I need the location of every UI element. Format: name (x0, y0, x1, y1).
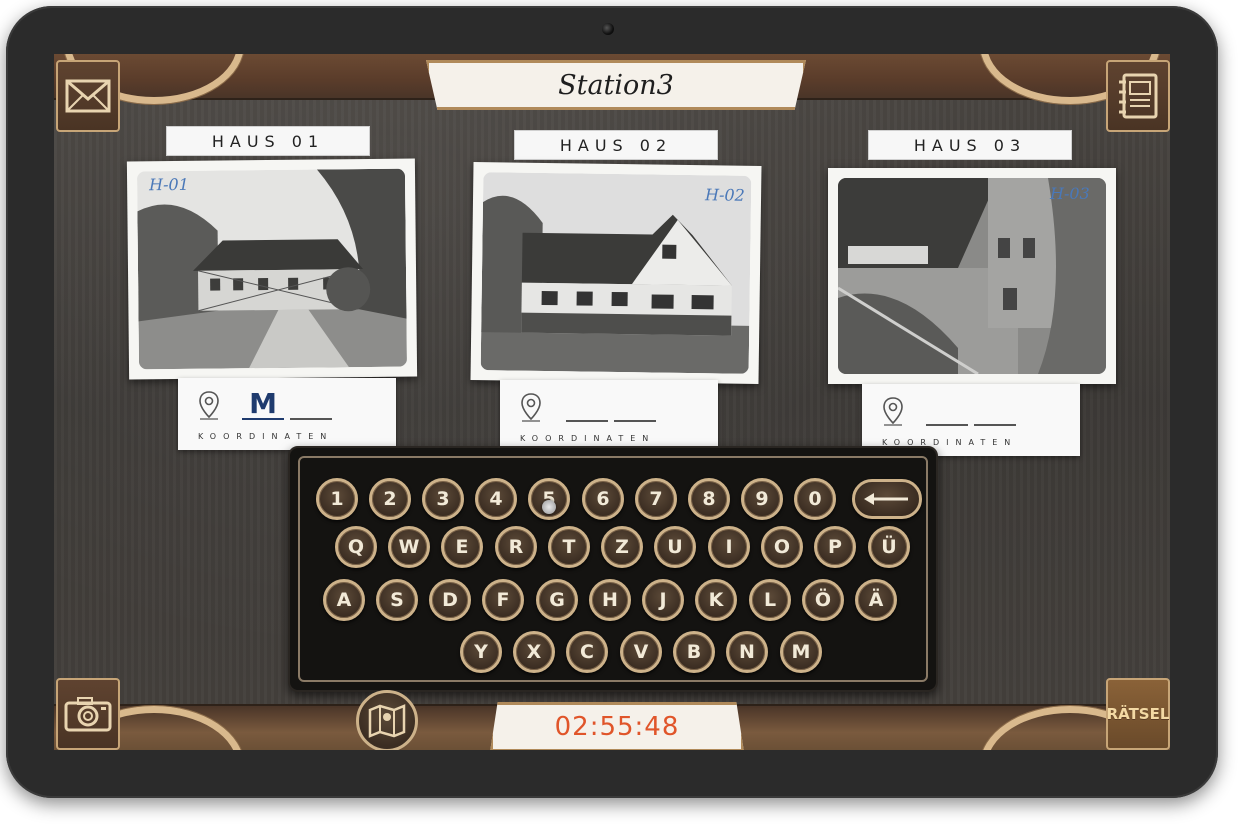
key-j[interactable]: J (642, 579, 684, 621)
key-ae[interactable]: Ä (855, 579, 897, 621)
haus-03-label: HAUS 03 (868, 130, 1072, 160)
key-h[interactable]: H (589, 579, 631, 621)
key-w[interactable]: W (388, 526, 430, 568)
page-title: Station3 (558, 69, 674, 101)
key-0[interactable]: 0 (794, 478, 836, 520)
camera-icon (64, 697, 112, 732)
map-button[interactable] (356, 690, 418, 750)
notebook-icon (1119, 73, 1158, 119)
raetsel-label: RÄTSEL (1106, 705, 1170, 723)
haus-01-label: HAUS 01 (166, 126, 370, 156)
haus-01-photo-tag: H-01 (149, 174, 189, 195)
haus-01-coordinate-label: KOORDINATEN (198, 432, 334, 441)
key-p[interactable]: P (814, 526, 856, 568)
tablet-frame: Station3 RÄTSEL HAUS 01 H-01 M KOORDINAT… (6, 6, 1218, 798)
key-q[interactable]: Q (335, 526, 377, 568)
key-3[interactable]: 3 (422, 478, 464, 520)
key-b[interactable]: B (673, 631, 715, 673)
notebook-button[interactable] (1106, 60, 1170, 132)
haus-02-coordinate-label: KOORDINATEN (520, 434, 656, 443)
haus-01-photo-image (136, 168, 408, 370)
key-o[interactable]: O (761, 526, 803, 568)
key-f[interactable]: F (482, 579, 524, 621)
haus-02-coordinate-slot-1[interactable] (566, 392, 608, 422)
key-s[interactable]: S (376, 579, 418, 621)
key-z[interactable]: Z (601, 526, 643, 568)
key-i[interactable]: I (708, 526, 750, 568)
key-4[interactable]: 4 (475, 478, 517, 520)
haus-01-photo[interactable]: H-01 (126, 158, 418, 380)
haus-03-coordinate-slot-1[interactable] (926, 396, 968, 426)
map-icon (368, 704, 406, 738)
key-8[interactable]: 8 (688, 478, 730, 520)
backspace-key[interactable] (852, 479, 922, 519)
key-9[interactable]: 9 (741, 478, 783, 520)
key-y[interactable]: Y (460, 631, 502, 673)
arrow-left-icon (864, 493, 908, 505)
key-6[interactable]: 6 (582, 478, 624, 520)
haus-01-coordinate-card: M KOORDINATEN (178, 378, 396, 450)
key-r[interactable]: R (495, 526, 537, 568)
location-pin-icon (199, 391, 219, 420)
haus-01-coordinate-slot-1[interactable]: M (242, 390, 284, 420)
haus-03-coordinate-slot-2[interactable] (974, 396, 1016, 426)
key-1[interactable]: 1 (316, 478, 358, 520)
haus-02-photo-tag: H-02 (704, 185, 745, 205)
key-l[interactable]: L (749, 579, 791, 621)
timer-value: 02:55:48 (554, 712, 680, 742)
haus-02-coordinate-slot-2[interactable] (614, 392, 656, 422)
key-n[interactable]: N (726, 631, 768, 673)
haus-03-photo-image (838, 178, 1106, 374)
location-pin-icon (521, 393, 541, 422)
camera-button[interactable] (56, 678, 120, 750)
key-u[interactable]: U (654, 526, 696, 568)
key-a[interactable]: A (323, 579, 365, 621)
haus-02-label: HAUS 02 (514, 130, 718, 160)
key-x[interactable]: X (513, 631, 555, 673)
key-m[interactable]: M (780, 631, 822, 673)
key-v[interactable]: V (620, 631, 662, 673)
haus-02-coordinate-card: KOORDINATEN (500, 380, 718, 452)
countdown-timer: 02:55:48 (490, 702, 744, 750)
key-7[interactable]: 7 (635, 478, 677, 520)
game-screen: Station3 RÄTSEL HAUS 01 H-01 M KOORDINAT… (54, 54, 1170, 750)
haus-03-photo-tag: H-03 (1050, 184, 1090, 203)
haus-03-photo[interactable]: H-03 (828, 168, 1116, 384)
envelope-icon (65, 79, 111, 113)
key-d[interactable]: D (429, 579, 471, 621)
key-oe[interactable]: Ö (802, 579, 844, 621)
key-2[interactable]: 2 (369, 478, 411, 520)
raetsel-button[interactable]: RÄTSEL (1106, 678, 1170, 750)
key-t[interactable]: T (548, 526, 590, 568)
typewriter-keyboard: 1 2 3 4 5 6 7 8 9 0 Q W E R T Z U I O P … (288, 446, 938, 692)
haus-02-photo[interactable]: H-02 (470, 162, 762, 384)
key-g[interactable]: G (536, 579, 578, 621)
touch-indicator (542, 500, 556, 514)
station-title-plaque: Station3 (426, 60, 806, 110)
key-e[interactable]: E (441, 526, 483, 568)
haus-01-coordinate-slot-2[interactable] (290, 390, 332, 420)
key-k[interactable]: K (695, 579, 737, 621)
key-c[interactable]: C (566, 631, 608, 673)
location-pin-icon (883, 397, 903, 426)
key-ue[interactable]: Ü (868, 526, 910, 568)
front-camera (602, 23, 614, 35)
mail-button[interactable] (56, 60, 120, 132)
